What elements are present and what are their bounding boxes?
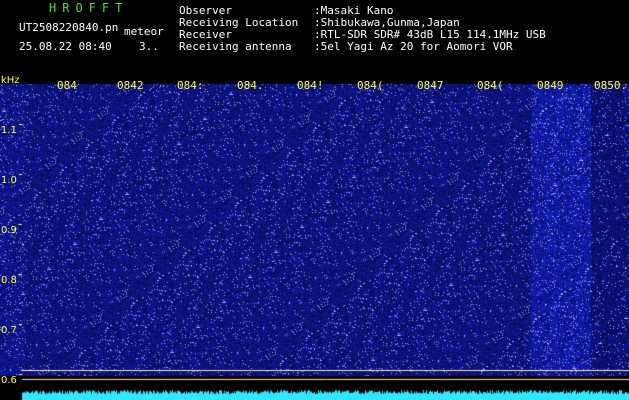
detection-count: 3.. bbox=[139, 40, 159, 53]
time-tick-label: 0842 bbox=[117, 79, 144, 92]
freq-tick-label: 0.6 bbox=[1, 375, 17, 386]
time-tick-label: 0850. bbox=[594, 79, 628, 92]
freq-tick-label: 0.7 bbox=[1, 325, 17, 336]
app-logo-text: HROFFT bbox=[49, 1, 129, 15]
freq-unit-label: kHz bbox=[1, 75, 20, 86]
spectrogram-canvas bbox=[0, 74, 629, 400]
time-tick-label: 084 bbox=[57, 79, 77, 92]
freq-tick-label: 1.0 bbox=[1, 175, 17, 186]
detection-label: meteor bbox=[124, 25, 164, 38]
time-tick-label: 084. bbox=[237, 79, 264, 92]
freq-tick-label: 1.1 bbox=[1, 125, 17, 136]
file-name: UT2508220840.pn bbox=[19, 21, 119, 34]
info-label-antenna: Receiving antenna bbox=[179, 40, 292, 53]
info-value-antenna: :5el Yagi Az 20 for Aomori VOR bbox=[314, 40, 513, 53]
header-panel: HROFFT UT2508220840.pn meteor 25.08.22 0… bbox=[0, 0, 629, 74]
timestamp: 25.08.22 08:40 bbox=[19, 40, 112, 53]
time-tick-label: 084( bbox=[477, 79, 504, 92]
time-tick-label: 084! bbox=[297, 79, 324, 92]
freq-tick-label: 0.8 bbox=[1, 275, 17, 286]
freq-tick-label: 0.9 bbox=[1, 225, 17, 236]
time-tick-label: 0847 bbox=[417, 79, 444, 92]
time-tick-label: 084: bbox=[177, 79, 204, 92]
time-tick-label: 0849 bbox=[537, 79, 564, 92]
time-tick-label: 084( bbox=[357, 79, 384, 92]
spectrogram-panel bbox=[0, 74, 629, 400]
